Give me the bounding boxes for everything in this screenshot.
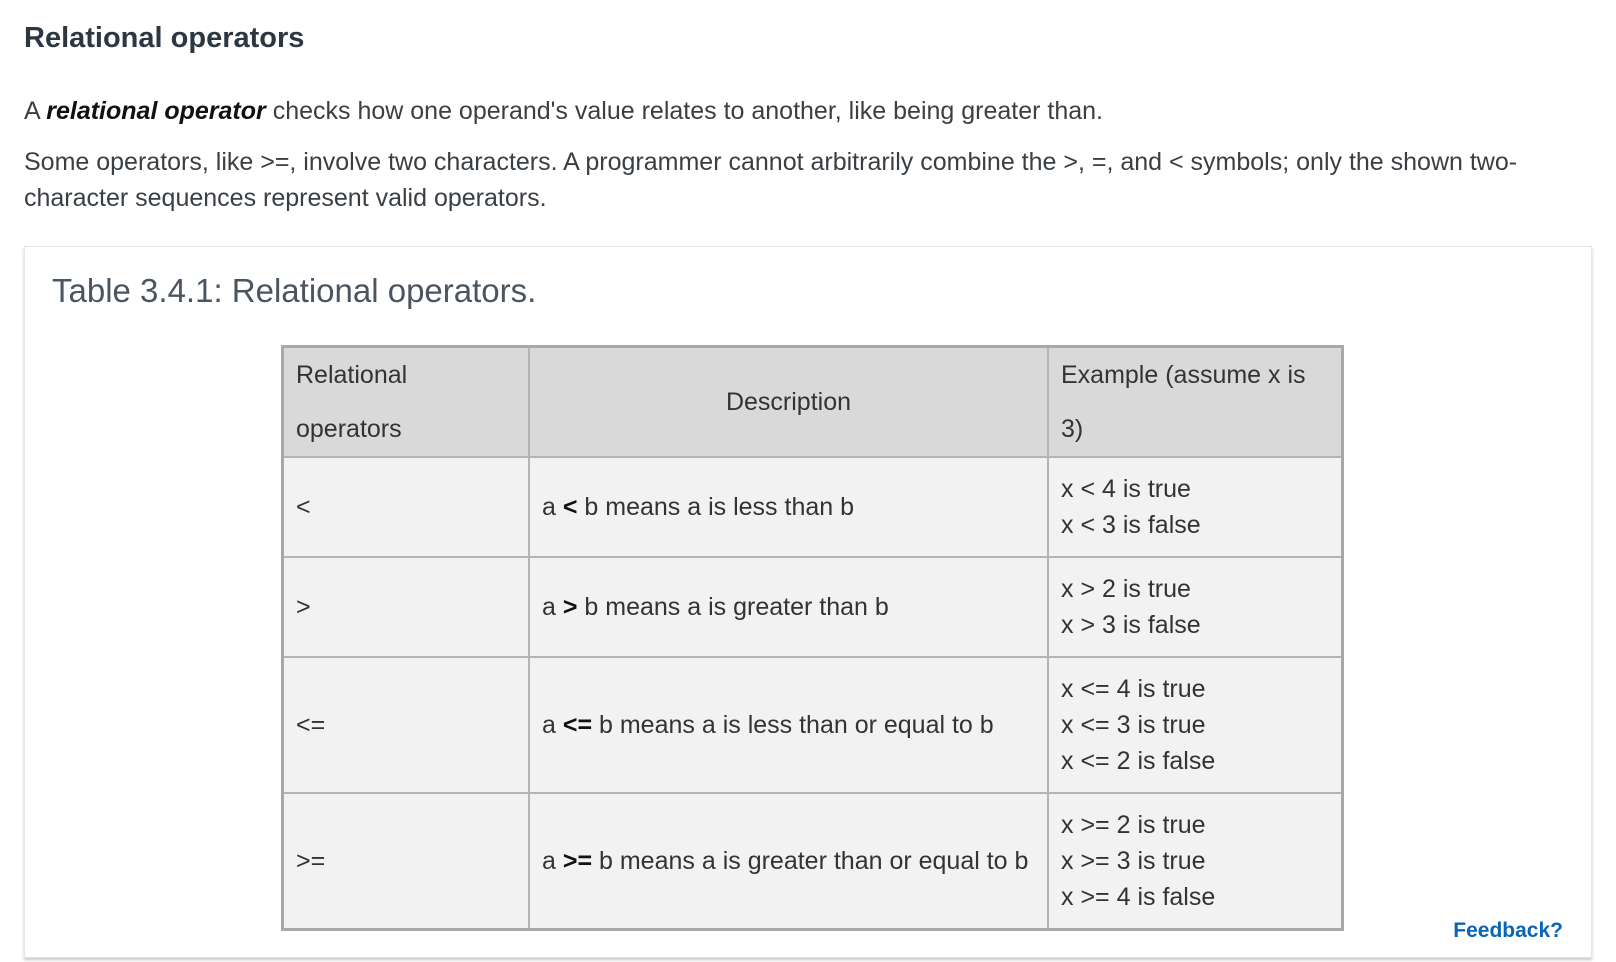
description-text: a: [542, 846, 563, 875]
example-line: x <= 2 is false: [1061, 747, 1216, 775]
intro-suffix: checks how one operand's value relates t…: [265, 97, 1104, 125]
table-card: Table 3.4.1: Relational operators. Relat…: [24, 246, 1592, 958]
example-cell: x <= 4 is true x <= 3 is true x <= 2 is …: [1047, 656, 1344, 794]
description-operator: <=: [562, 710, 593, 739]
description-text: b means a is less than b: [577, 492, 855, 521]
table-caption: Table 3.4.1: Relational operators.: [52, 272, 537, 309]
feedback-link[interactable]: Feedback?: [1453, 919, 1563, 943]
operator-cell: >: [281, 556, 530, 658]
table-header-row: Relational operators Description Example…: [281, 345, 1344, 458]
header-example: Example (assume x is 3): [1047, 345, 1344, 458]
table-row: > a > b means a is greater than b x > 2 …: [281, 556, 1344, 658]
description-text: a: [542, 592, 563, 621]
table-row: <= a <= b means a is less than or equal …: [281, 656, 1344, 794]
table-row: < a < b means a is less than b x < 4 is …: [281, 456, 1344, 558]
example-line: x >= 2 is true: [1061, 811, 1206, 839]
description-operator: >=: [562, 846, 593, 875]
key-term: relational operator: [46, 97, 266, 125]
header-description: Description: [528, 345, 1049, 458]
intro-paragraph-1: A relational operator checks how one ope…: [24, 93, 1564, 129]
operator-cell: >=: [281, 792, 530, 931]
example-line: x > 3 is false: [1061, 611, 1201, 639]
description-operator: >: [562, 592, 578, 621]
intro-paragraph-2: Some operators, like >=, involve two cha…: [24, 148, 1518, 212]
description-operator: <: [562, 492, 578, 521]
example-line: x >= 3 is true: [1061, 847, 1206, 875]
description-cell: a < b means a is less than b: [528, 456, 1049, 558]
description-cell: a >= b means a is greater than or equal …: [528, 792, 1049, 931]
example-line: x < 3 is false: [1061, 511, 1201, 539]
example-cell: x < 4 is true x < 3 is false: [1047, 456, 1344, 558]
example-cell: x >= 2 is true x >= 3 is true x >= 4 is …: [1047, 792, 1344, 931]
example-line: x <= 3 is true: [1061, 711, 1206, 739]
description-cell: a > b means a is greater than b: [528, 556, 1049, 658]
header-operators: Relational operators: [281, 345, 530, 458]
operator-cell: <=: [281, 656, 530, 794]
example-line: x < 4 is true: [1061, 475, 1191, 503]
example-line: x >= 4 is false: [1061, 883, 1216, 911]
example-line: x > 2 is true: [1061, 575, 1191, 603]
description-cell: a <= b means a is less than or equal to …: [528, 656, 1049, 794]
description-text: b means a is greater than or equal to b: [592, 846, 1029, 875]
description-text: a: [542, 492, 563, 521]
example-line: x <= 4 is true: [1061, 675, 1206, 703]
operator-cell: <: [281, 456, 530, 558]
description-text: b means a is greater than b: [577, 592, 889, 621]
description-text: a: [542, 710, 563, 739]
relational-operators-table: Relational operators Description Example…: [281, 345, 1344, 931]
section-title: Relational operators: [24, 22, 305, 54]
description-text: b means a is less than or equal to b: [592, 710, 994, 739]
table-row: >= a >= b means a is greater than or equ…: [281, 792, 1344, 931]
intro-prefix: A: [24, 97, 47, 125]
example-cell: x > 2 is true x > 3 is false: [1047, 556, 1344, 658]
